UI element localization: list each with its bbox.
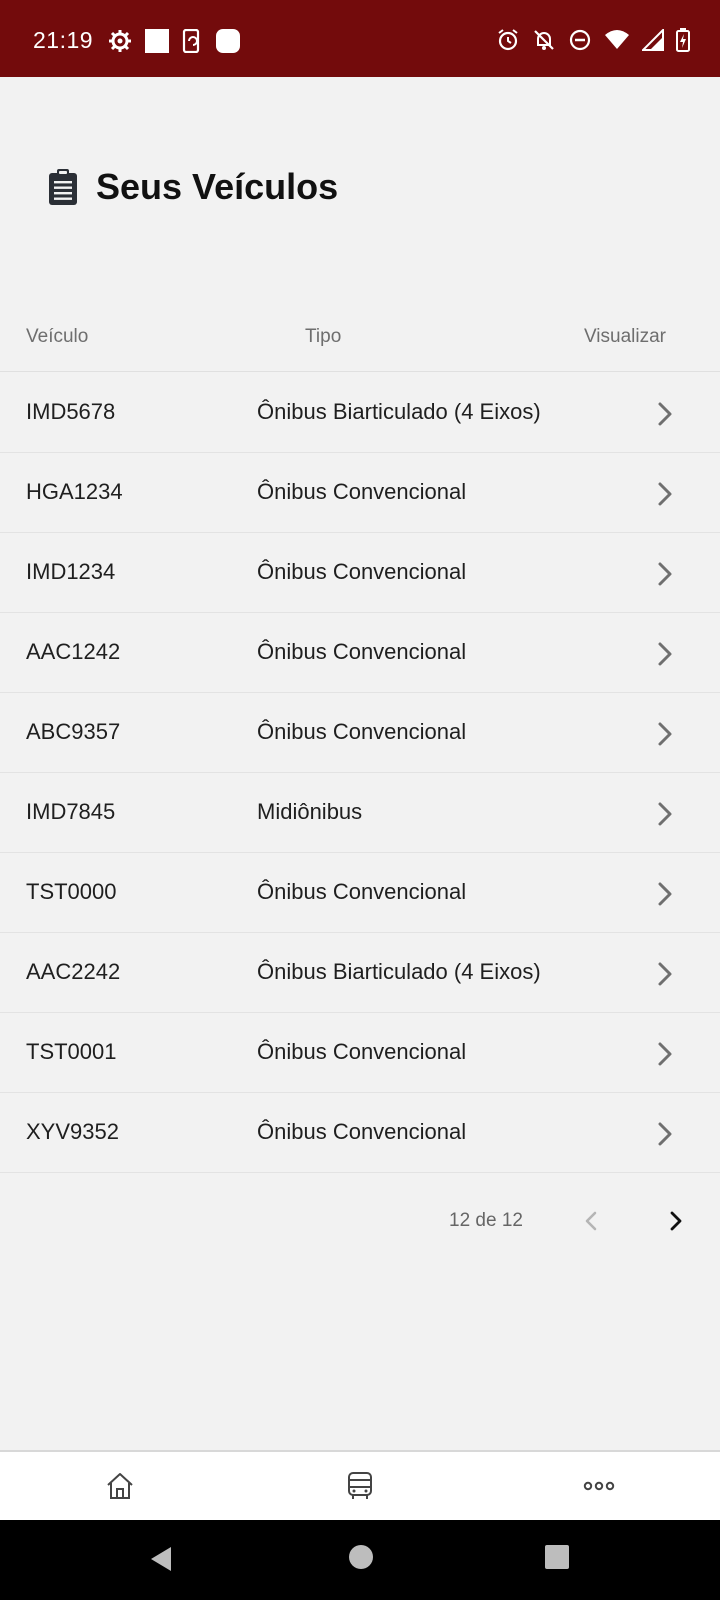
table-row[interactable]: IMD5678 Ônibus Biarticulado (4 Eixos) xyxy=(0,373,720,453)
vehicle-plate: IMD5678 xyxy=(26,399,116,424)
table-row[interactable]: TST0000 Ônibus Convencional xyxy=(0,853,720,933)
vehicle-plate: ABC9357 xyxy=(26,719,121,744)
nav-vehicles-button[interactable] xyxy=(342,1468,378,1504)
chevron-right-icon[interactable] xyxy=(654,561,676,587)
vehicle-type: Ônibus Biarticulado (4 Eixos) xyxy=(257,959,541,984)
bottom-navigation xyxy=(0,1450,720,1520)
settings-gear-icon xyxy=(108,29,132,53)
white-square-icon xyxy=(145,29,169,53)
clipboard-list-icon xyxy=(49,169,77,205)
vehicle-type: Ônibus Convencional xyxy=(257,559,467,584)
vehicle-plate: AAC2242 xyxy=(26,959,121,984)
do-not-disturb-icon xyxy=(568,28,592,52)
alarm-icon xyxy=(496,28,520,52)
phone-sync-icon xyxy=(182,29,202,53)
vehicle-type: Ônibus Convencional xyxy=(257,719,467,744)
pagination: 12 de 12 xyxy=(0,1200,720,1240)
column-header-view: Visualizar xyxy=(583,326,666,347)
table-row[interactable]: TST0001 Ônibus Convencional xyxy=(0,1013,720,1093)
previous-page-button[interactable] xyxy=(580,1208,602,1234)
chevron-right-icon[interactable] xyxy=(654,881,676,907)
chevron-right-icon[interactable] xyxy=(654,961,676,987)
system-navigation-bar xyxy=(0,1520,720,1600)
vehicle-type: Ônibus Convencional xyxy=(257,879,467,904)
vehicle-plate: XYV9352 xyxy=(26,1119,119,1144)
table-header: Veículo Tipo Visualizar xyxy=(0,322,720,372)
vehicle-type: Ônibus Convencional xyxy=(257,479,467,504)
next-page-button[interactable] xyxy=(665,1208,687,1234)
wifi-icon xyxy=(604,28,630,52)
chevron-right-icon[interactable] xyxy=(654,481,676,507)
table-row[interactable]: HGA1234 Ônibus Convencional xyxy=(0,453,720,533)
table-row[interactable]: AAC2242 Ônibus Biarticulado (4 Eixos) xyxy=(0,933,720,1013)
vehicle-plate: AAC1242 xyxy=(26,639,121,664)
chevron-right-icon[interactable] xyxy=(654,401,676,427)
signal-icon xyxy=(642,29,664,51)
nav-more-button[interactable] xyxy=(581,1468,617,1504)
status-left-icons xyxy=(108,28,254,54)
vehicle-type: Ônibus Biarticulado (4 Eixos) xyxy=(257,399,541,424)
more-icon xyxy=(583,1481,615,1491)
nav-home-button[interactable] xyxy=(102,1468,138,1504)
vehicle-type: Ônibus Convencional xyxy=(257,1039,467,1064)
vehicle-plate: TST0001 xyxy=(26,1039,117,1064)
chevron-right-icon[interactable] xyxy=(654,721,676,747)
table-row[interactable]: XYV9352 Ônibus Convencional xyxy=(0,1093,720,1173)
status-bar: 21:19 xyxy=(0,0,720,77)
recents-icon[interactable] xyxy=(544,1544,570,1570)
table-row[interactable]: AAC1242 Ônibus Convencional xyxy=(0,613,720,693)
page-header: Seus Veículos xyxy=(48,166,338,208)
column-header-vehicle: Veículo xyxy=(26,326,89,347)
vehicle-list: IMD5678 Ônibus Biarticulado (4 Eixos) HG… xyxy=(0,373,720,1173)
notifications-off-icon xyxy=(532,28,556,52)
chevron-right-icon[interactable] xyxy=(654,801,676,827)
vehicle-plate: IMD1234 xyxy=(26,559,116,584)
vehicle-plate: HGA1234 xyxy=(26,479,123,504)
bus-icon xyxy=(348,1472,372,1499)
home-icon xyxy=(107,1473,133,1499)
chevron-right-icon[interactable] xyxy=(654,1121,676,1147)
column-header-type: Tipo xyxy=(305,326,342,347)
vehicle-type: Ônibus Convencional xyxy=(257,1119,467,1144)
pagination-label: 12 de 12 xyxy=(449,1210,523,1231)
table-row[interactable]: ABC9357 Ônibus Convencional xyxy=(0,693,720,773)
vehicle-type: Ônibus Convencional xyxy=(257,639,467,664)
table-row[interactable]: IMD1234 Ônibus Convencional xyxy=(0,533,720,613)
table-row[interactable]: IMD7845 Midiônibus xyxy=(0,773,720,853)
rounded-square-icon xyxy=(215,28,241,54)
vehicle-plate: TST0000 xyxy=(26,879,117,904)
vehicle-plate: IMD7845 xyxy=(26,799,116,824)
back-icon[interactable] xyxy=(148,1544,174,1574)
battery-charging-icon xyxy=(676,28,690,52)
home-circle-icon[interactable] xyxy=(348,1544,374,1570)
status-time: 21:19 xyxy=(33,27,94,53)
chevron-right-icon[interactable] xyxy=(654,641,676,667)
page-title: Seus Veículos xyxy=(96,166,339,207)
chevron-right-icon[interactable] xyxy=(654,1041,676,1067)
vehicle-type: Midiônibus xyxy=(257,799,363,824)
status-right-icons xyxy=(484,28,690,52)
